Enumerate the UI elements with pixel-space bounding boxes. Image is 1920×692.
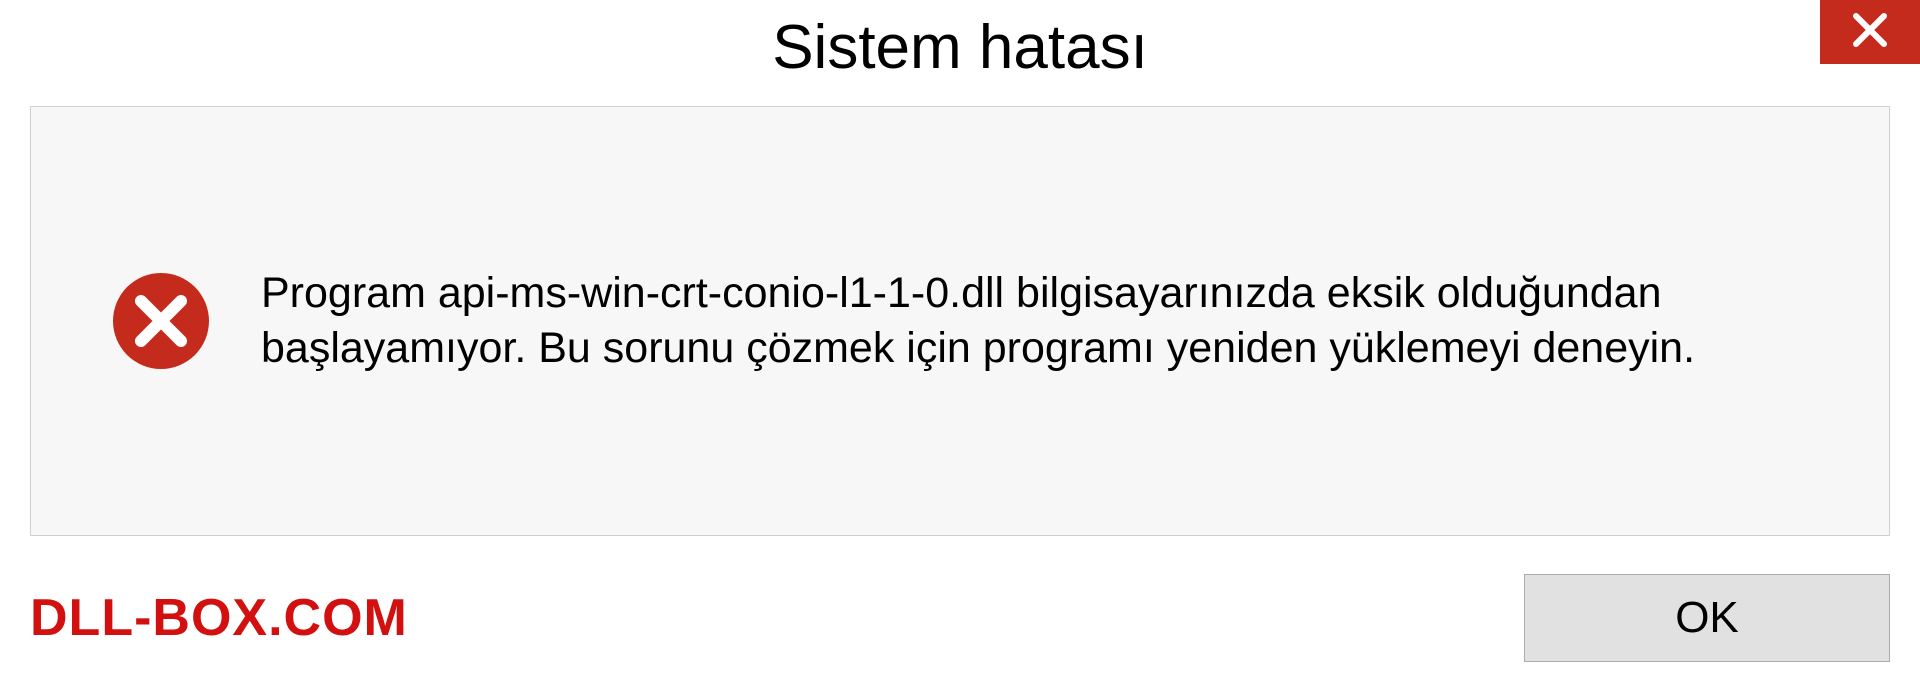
- dialog-message: Program api-ms-win-crt-conio-l1-1-0.dll …: [261, 266, 1809, 376]
- error-icon: [111, 271, 211, 371]
- close-button[interactable]: [1820, 0, 1920, 64]
- dialog-title: Sistem hatası: [772, 12, 1148, 83]
- watermark-text: DLL-BOX.COM: [30, 588, 408, 648]
- title-bar: Sistem hatası: [0, 0, 1920, 94]
- close-icon: [1848, 8, 1892, 57]
- dialog-body: Program api-ms-win-crt-conio-l1-1-0.dll …: [30, 106, 1890, 536]
- ok-button[interactable]: OK: [1524, 574, 1890, 662]
- dialog-footer: DLL-BOX.COM OK: [30, 574, 1890, 662]
